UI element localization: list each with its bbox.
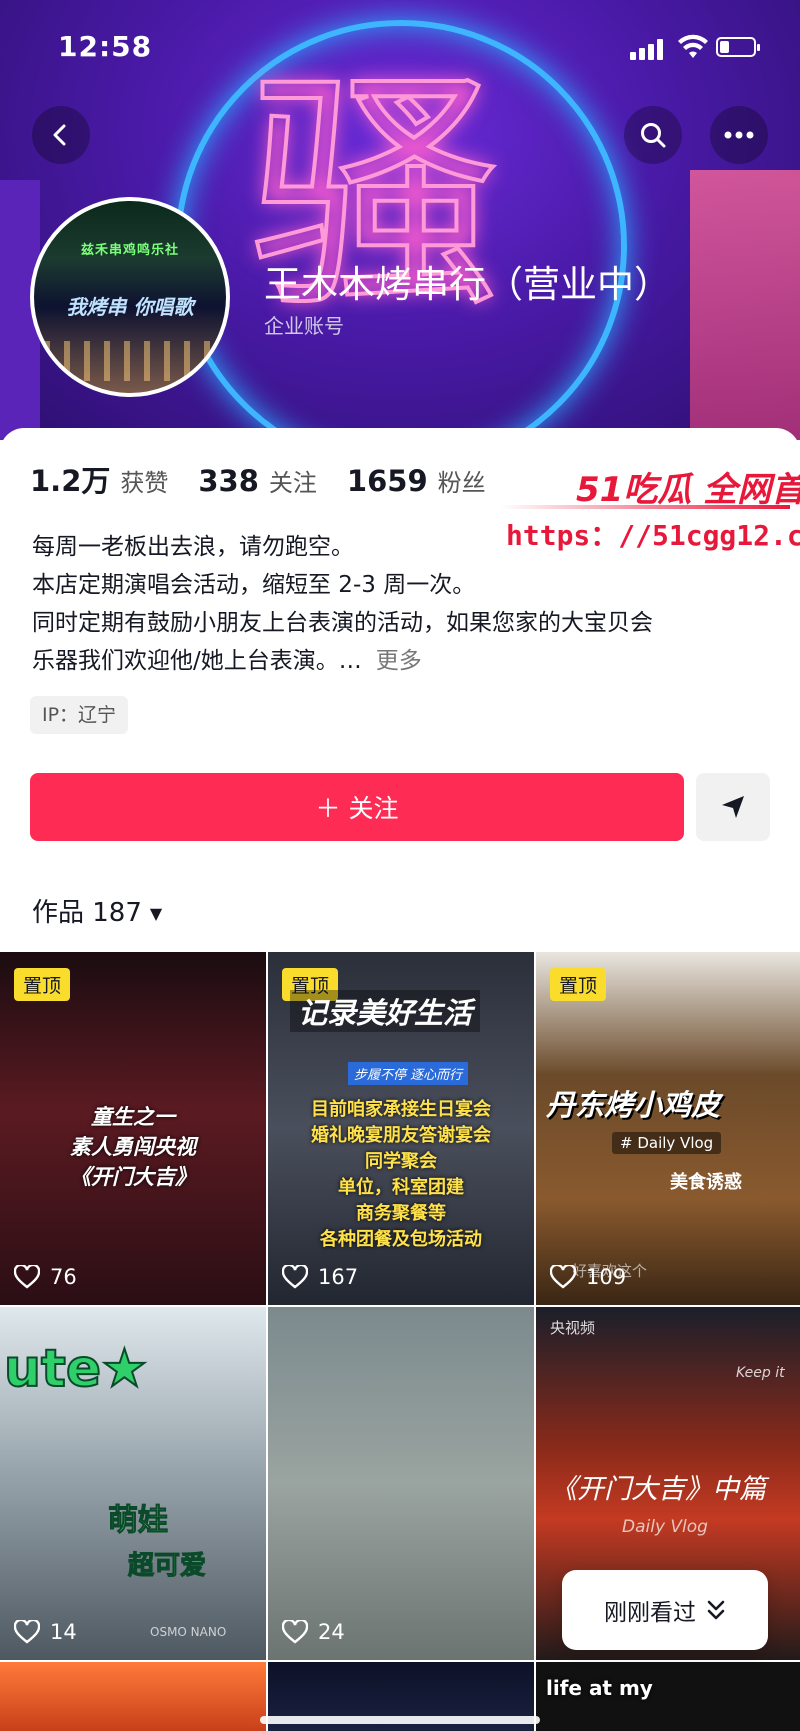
caption-line: 各种团餐及包场活动 [320,1229,482,1250]
video-tile[interactable]: 置顶 童生之一 素人勇闯央视 《开门大吉》 76 [0,952,266,1305]
follow-button[interactable]: ＋ 关注 [30,773,684,841]
caption-line: 《开门大吉》 [70,1165,196,1189]
status-bar: 12:58 [0,0,800,90]
video-likes: 167 [282,1265,358,1289]
video-caption: 超可爱 [127,1551,207,1582]
video-caption: 萌娃 [108,1503,169,1539]
likes-count-text: 14 [50,1620,77,1644]
profile-stats: 1.2万 获赞 338 关注 1659 粉丝 [30,458,516,498]
video-likes: 109 [550,1265,626,1289]
video-tile[interactable]: 24 [268,1307,534,1660]
heart-icon [550,1265,576,1289]
video-subtitle-overlay: 步履不停 逐心而行 [348,1062,469,1085]
video-likes: 24 [282,1620,345,1644]
bio-line-last: 乐器我们欢迎他/她上台表演。… 更多 [32,642,762,680]
avatar-lights [44,341,216,381]
followers-count[interactable]: 1659 [347,464,428,498]
caption-line: 同学聚会 [365,1151,437,1172]
share-button[interactable] [696,773,770,841]
avatar-sign-top: 兹禾串鸡鸣乐社 [80,243,179,258]
caret-down-icon: ▼ [149,904,163,923]
video-tag-overlay: # Daily Vlog [612,1132,722,1154]
pinned-badge: 置顶 [14,968,71,1001]
video-caption: life at my [546,1676,653,1700]
likes-count-text: 76 [50,1265,77,1289]
profile-bio: 每周一老板出去浪，请勿跑空。 本店定期演唱会活动，缩短至 2-3 周一次。 同时… [32,528,762,680]
watermark-underline [500,505,790,509]
heart-icon [14,1265,40,1289]
ip-location-tag: IP：辽宁 [30,696,129,734]
status-time: 12:58 [58,30,153,63]
video-likes: 76 [14,1265,77,1289]
video-tile[interactable]: 置顶 丹东烤小鸡皮 # Daily Vlog 美食诱惑 好喜欢这个 109 [536,952,800,1305]
cover-decor-right [690,170,800,440]
heart-icon [14,1620,40,1644]
video-source-label: 央视频 [550,1319,596,1337]
likes-count[interactable]: 1.2万 [30,458,110,500]
video-tile[interactable]: life at my [536,1662,800,1731]
caption-line: 素人勇闯央视 [70,1135,196,1159]
caption-line: 目前咱家承接生日宴会 [311,1099,491,1120]
signal-icon [630,38,668,60]
heart-icon [282,1620,308,1644]
video-tile[interactable]: 置顶 记录美好生活 步履不停 逐心而行 目前咱家承接生日宴会 婚礼晚宴朋友答谢宴… [268,952,534,1305]
bio-line: 同时定期有鼓励小朋友上台表演的活动，如果您家的大宝贝会 [32,610,653,636]
caption-line: 童生之一 [91,1105,175,1129]
following-label: 关注 [268,469,317,497]
camera-watermark: OSMO NANO [150,1625,227,1639]
profile-name: 王木木烤串行（营业中） [264,263,671,306]
home-indicator[interactable] [260,1716,540,1724]
video-tile[interactable]: ute★ 萌娃 超可爱 OSMO NANO 14 [0,1307,266,1660]
bio-more-link[interactable]: 更多 [376,648,422,674]
account-type-label: 企业账号 [264,314,344,338]
caption-line: 商务聚餐等 [356,1203,446,1224]
more-dots-icon [724,131,754,139]
avatar-sign-main: 我烤串 你唱歌 [66,295,194,319]
video-brand-overlay: ute★ [3,1338,149,1400]
video-tag-overlay: Keep it [736,1365,785,1381]
pinned-badge: 置顶 [550,968,607,1001]
bio-line: 每周一老板出去浪，请勿跑空。 [32,534,354,560]
avatar[interactable]: 兹禾串鸡鸣乐社 我烤串 你唱歌 [30,197,230,397]
video-likes: 14 [14,1620,77,1644]
followers-label: 粉丝 [437,469,486,497]
search-icon [641,123,666,148]
chevron-left-icon [53,124,66,146]
wifi-icon [678,34,708,60]
video-tile[interactable] [0,1662,266,1731]
heart-icon [282,1265,308,1289]
video-subtitle-overlay: 美食诱惑 [670,1172,742,1193]
caption-line: 婚礼晚宴朋友答谢宴会 [311,1125,491,1146]
likes-count-text: 109 [586,1265,627,1289]
video-title-overlay: 记录美好生活 [290,990,481,1032]
works-tab[interactable]: 作品 187 ▼ [32,892,162,929]
following-count[interactable]: 338 [198,464,259,498]
likes-count-text: 167 [318,1265,359,1289]
send-arrow-icon [722,796,744,818]
double-chevron-down-icon [707,1600,725,1620]
recently-watched-button[interactable]: 刚刚看过 [562,1570,768,1650]
video-title-overlay: 《开门大吉》中篇 [550,1474,766,1505]
works-tab-label: 作品 187 [32,898,142,928]
watermark-brand: 51吃瓜 全网首发 [576,470,800,510]
more-options-button[interactable] [710,106,768,164]
video-tag-overlay: Daily Vlog [622,1517,708,1537]
search-button[interactable] [624,106,682,164]
likes-count-text: 24 [318,1620,345,1644]
bio-line: 乐器我们欢迎他/她上台表演。… [32,648,362,674]
recently-watched-label: 刚刚看过 [604,1600,696,1626]
bio-line: 本店定期演唱会活动，缩短至 2-3 周一次。 [32,572,476,598]
battery-icon [716,37,760,57]
video-caption: 童生之一 素人勇闯央视 《开门大吉》 [30,1102,236,1192]
video-caption: 目前咱家承接生日宴会 婚礼晚宴朋友答谢宴会 同学聚会 单位，科室团建 商务聚餐等… [278,1097,524,1253]
likes-label: 获赞 [120,469,169,497]
back-button[interactable] [32,106,90,164]
caption-line: 单位，科室团建 [338,1177,464,1198]
video-title-overlay: 丹东烤小鸡皮 [546,1088,721,1122]
